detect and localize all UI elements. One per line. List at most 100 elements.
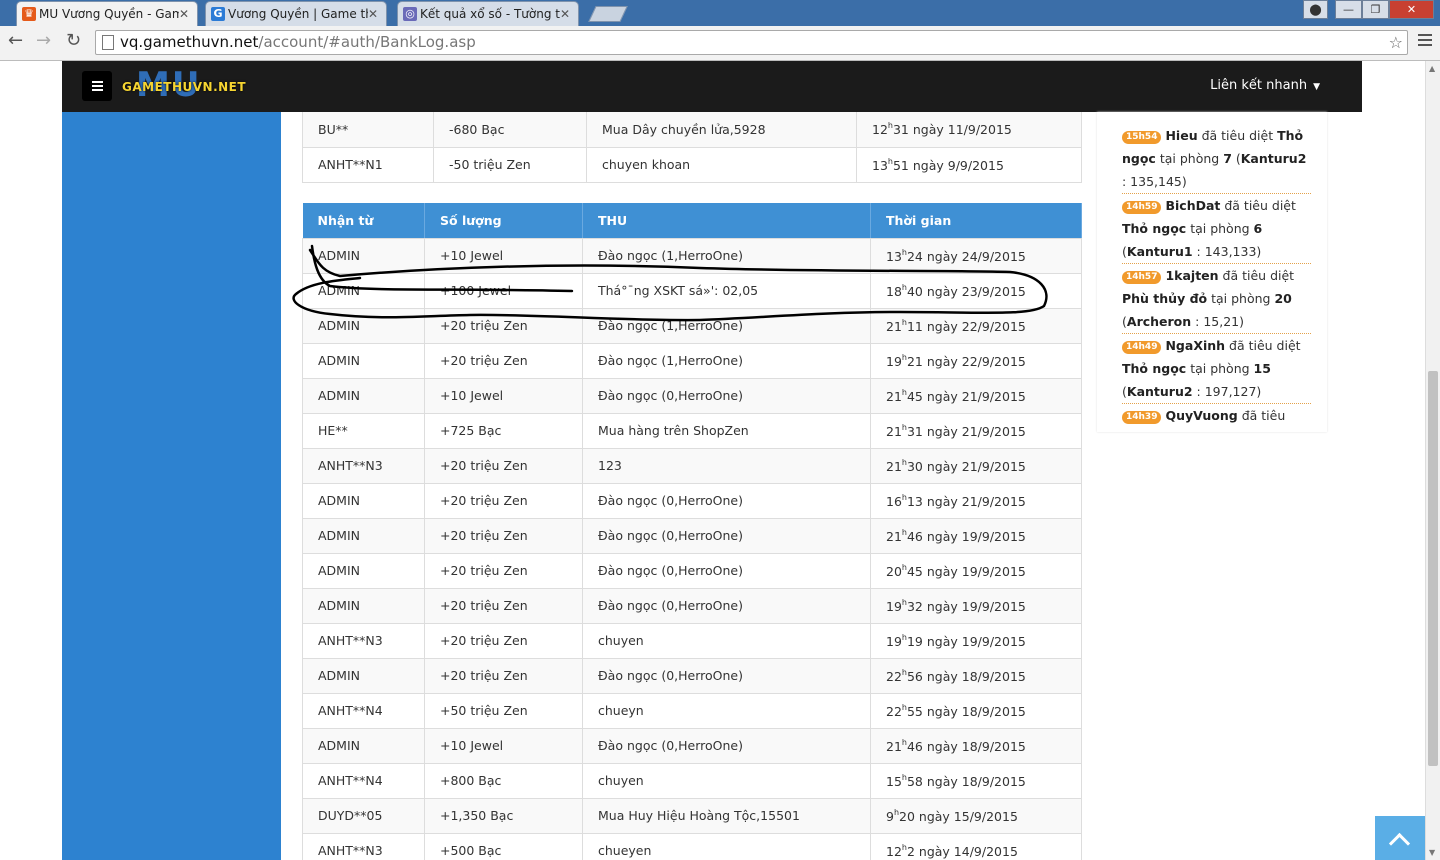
cell-note: chuyen khoan [586, 147, 857, 183]
kill-player[interactable]: BichDat [1165, 198, 1220, 213]
cell-note: Mua Huy Hiệu Hoàng Tộc,15501 [582, 798, 871, 834]
browser-tab[interactable]: ◎ Kết quả xổ số - Tường thu ✕ [397, 1, 579, 26]
kill-player[interactable]: NgaXinh [1165, 338, 1225, 353]
chevron-up-icon [1388, 832, 1411, 855]
window-minimize-button[interactable]: — [1335, 0, 1362, 19]
kill-map: Archeron [1126, 314, 1192, 329]
time-date: ngày 18/9/2015 [922, 703, 1026, 719]
cell-time: 12h2 ngày 14/9/2015 [870, 833, 1082, 860]
window-user-button[interactable]: ⬤ [1303, 0, 1328, 19]
scrollbar-thumb[interactable] [1428, 371, 1438, 766]
forward-arrow-icon[interactable]: → [36, 30, 51, 51]
scroll-up-arrow-icon[interactable]: ▲ [1429, 64, 1435, 73]
window-close-button[interactable]: ✕ [1389, 0, 1434, 19]
cell-user: ADMIN [302, 588, 425, 624]
reload-icon[interactable]: ↻ [66, 30, 81, 51]
time-hour: 21 [886, 458, 902, 474]
cell-note: Mua Dây chuyền lửa,5928 [586, 112, 857, 148]
table-row: ADMIN +20 triệu Zen Đào ngọc (1,HerroOne) 2… [302, 308, 1082, 344]
kill-boss: Phù thủy đỏ [1122, 291, 1208, 306]
cell-amount: -680 Bạc [433, 112, 587, 148]
cell-time: 21h46 ngày 19/9/2015 [870, 518, 1082, 554]
cell-user: ADMIN [302, 518, 425, 554]
kill-time-badge: 14h49 [1122, 341, 1162, 354]
cell-amount: +20 triệu Zen [424, 553, 583, 589]
cell-amount: +20 triệu Zen [424, 448, 583, 484]
time-minute: 2 [906, 843, 915, 859]
time-date: ngày 22/9/2015 [922, 318, 1026, 334]
kill-feed-item: 14h49 NgaXinh đã tiêu diệt Thỏ ngọc tại p… [1122, 334, 1311, 404]
cell-user: ANHT**N4 [302, 763, 425, 799]
kill-coords: : 135,145) [1122, 174, 1187, 189]
time-minute: 30 [906, 458, 923, 474]
browser-tab[interactable]: G Vương Quyền | Game thủ ✕ [205, 1, 387, 26]
kill-coords: : 197,127) [1192, 384, 1262, 399]
browser-tab[interactable]: ♛ MU Vương Quyền - Game ✕ [16, 1, 198, 26]
back-arrow-icon[interactable]: ← [8, 30, 23, 51]
time-hour: 12 [872, 122, 888, 138]
time-minute: 11 [906, 318, 923, 334]
kill-player[interactable]: Hieu [1165, 128, 1197, 143]
cell-note: Đào ngọc (0,HerroOne) [582, 658, 871, 694]
cell-time: 20h45 ngày 19/9/2015 [870, 553, 1082, 589]
cell-time: 21h46 ngày 18/9/2015 [870, 728, 1082, 764]
cell-time: 15h58 ngày 18/9/2015 [870, 763, 1082, 799]
kill-player[interactable]: 1kajten [1165, 268, 1218, 283]
time-date: ngày 23/9/2015 [922, 283, 1026, 299]
cell-note: Đào ngọc (0,HerroOne) [582, 378, 871, 414]
cell-user: ANHT**N3 [302, 623, 425, 659]
tab-title: MU Vương Quyền - Game [39, 7, 179, 21]
cell-amount: +20 triệu Zen [424, 588, 583, 624]
chrome-menu-icon[interactable] [1418, 34, 1432, 49]
back-to-top-button[interactable] [1375, 816, 1425, 860]
cell-note: Thá°¯ng XSKT sá»': 02,05 [582, 273, 871, 309]
table-row: ADMIN +20 triệu Zen Đào ngọc (0,HerroOne) 2… [302, 553, 1082, 589]
tab-title: Kết quả xổ số - Tường thu [420, 7, 560, 21]
time-minute: 31 [892, 122, 909, 138]
time-minute: 45 [906, 563, 923, 579]
cell-user: ADMIN [302, 308, 425, 344]
table-row: ANHT**N3 +20 triệu Zen chuyen 19h19 ngày 19… [302, 623, 1082, 659]
time-minute: 13 [906, 493, 923, 509]
time-date: ngày 9/9/2015 [908, 157, 1004, 173]
cell-note: Đào ngọc (0,HerroOne) [582, 728, 871, 764]
window-maximize-button[interactable]: ❐ [1362, 0, 1389, 19]
cell-time: 21h11 ngày 22/9/2015 [870, 308, 1082, 344]
page-scrollbar[interactable]: ▲ ▼ [1425, 61, 1440, 860]
time-minute: 46 [906, 528, 923, 544]
kill-map: Kanturu2 [1240, 151, 1307, 166]
cell-note: Đào ngọc (0,HerroOne) [582, 518, 871, 554]
cell-note: chuyen [582, 623, 871, 659]
site-logo[interactable]: MU GAMETHUVN.NET [122, 65, 246, 105]
table-row: ADMIN +10 Jewel Đào ngọc (1,HerroOne) 13h24… [302, 238, 1082, 274]
cell-amount: +500 Bạc [424, 833, 583, 860]
cell-user: ADMIN [302, 728, 425, 764]
table-row: ADMIN +100 Jewel Thá°¯ng XSKT sá»': 02,05 1… [302, 273, 1082, 309]
new-tab-button[interactable] [588, 6, 628, 22]
cell-user: ADMIN [302, 378, 425, 414]
tab-close-icon[interactable]: ✕ [560, 2, 570, 26]
kill-verb: đã tiêu diệt [1218, 268, 1295, 283]
received-log-header-row: Nhận từ Số lượng THU Thời gian [302, 203, 1082, 239]
cell-amount: +20 triệu Zen [424, 658, 583, 694]
time-hour: 20 [886, 563, 902, 579]
kill-room: 15 [1253, 361, 1271, 376]
quick-links-dropdown[interactable]: Liên kết nhanh ▼ [1210, 78, 1320, 93]
cell-amount: -50 triệu Zen [433, 147, 587, 183]
tab-close-icon[interactable]: ✕ [179, 2, 189, 26]
kill-feed-item: 15h54 Hieu đã tiêu diệt Thỏ ngọc tại phòn… [1122, 124, 1311, 194]
time-minute: 51 [892, 157, 909, 173]
time-hour: 19 [886, 353, 902, 369]
hamburger-menu-icon[interactable] [82, 71, 112, 101]
bookmark-star-icon[interactable]: ☆ [1389, 31, 1403, 54]
tab-close-icon[interactable]: ✕ [368, 2, 378, 26]
time-date: ngày 24/9/2015 [922, 248, 1026, 264]
time-hour: 18 [886, 283, 902, 299]
address-bar[interactable]: vq.gamethuvn.net/account/#auth/BankLog.a… [95, 30, 1408, 55]
scroll-down-arrow-icon[interactable]: ▼ [1429, 848, 1435, 857]
column-header-amount: Số lượng [424, 203, 583, 239]
kill-time-badge: 14h57 [1122, 271, 1162, 284]
cell-note: Đào ngọc (0,HerroOne) [582, 483, 871, 519]
time-hour: 21 [886, 738, 902, 754]
kill-player[interactable]: QuyVuong [1165, 408, 1237, 423]
